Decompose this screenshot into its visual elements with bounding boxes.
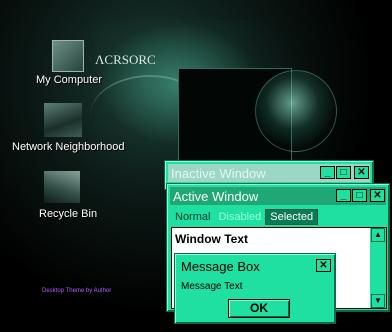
recycle-bin-icon[interactable] <box>44 171 80 203</box>
message-box-titlebar[interactable]: Message Box ✕ <box>178 257 332 275</box>
desktop-icon-label-network[interactable]: Network Neighborhood <box>12 141 125 153</box>
wallpaper-caption: Desktop Theme by Author <box>42 288 112 294</box>
close-icon[interactable]: ✕ <box>316 259 331 272</box>
active-window-title: Active Window <box>173 188 259 204</box>
close-icon[interactable]: ✕ <box>354 166 369 179</box>
network-icon[interactable] <box>44 103 82 137</box>
minimize-icon[interactable]: _ <box>336 189 351 202</box>
ok-button[interactable]: OK <box>228 299 290 318</box>
desktop-icon-label-my-computer[interactable]: My Computer <box>36 74 102 86</box>
inactive-window-title: Inactive Window <box>171 165 266 181</box>
minimize-icon[interactable]: _ <box>320 166 335 179</box>
close-icon[interactable]: ✕ <box>370 189 385 202</box>
wallpaper-sphere <box>255 70 337 152</box>
inactive-window-titlebar[interactable]: Inactive Window _ □ ✕ <box>168 164 370 182</box>
menu-item-disabled: Disabled <box>218 210 262 223</box>
wallpaper-logo-sub: ΛCRSORC <box>95 52 156 67</box>
message-box[interactable]: Message Box ✕ Message Text OK <box>174 253 336 324</box>
menu-item-selected[interactable]: Selected <box>265 208 319 225</box>
active-window-titlebar[interactable]: Active Window _ □ ✕ <box>170 187 386 205</box>
desktop-icon-label-recycle-bin[interactable]: Recycle Bin <box>39 208 97 220</box>
computer-icon[interactable] <box>52 40 84 72</box>
menu-item-normal[interactable]: Normal <box>171 210 214 224</box>
maximize-icon[interactable]: □ <box>336 166 351 179</box>
message-box-title: Message Box <box>181 258 260 274</box>
window-text: Window Text <box>175 232 248 246</box>
vertical-scrollbar[interactable]: ▲ ▼ <box>370 228 386 308</box>
menu-bar: Normal Disabled Selected <box>171 208 319 225</box>
maximize-icon[interactable]: □ <box>352 189 367 202</box>
scroll-up-arrow-icon[interactable]: ▲ <box>371 228 385 242</box>
message-text: Message Text <box>181 281 243 292</box>
scroll-down-arrow-icon[interactable]: ▼ <box>371 294 385 308</box>
